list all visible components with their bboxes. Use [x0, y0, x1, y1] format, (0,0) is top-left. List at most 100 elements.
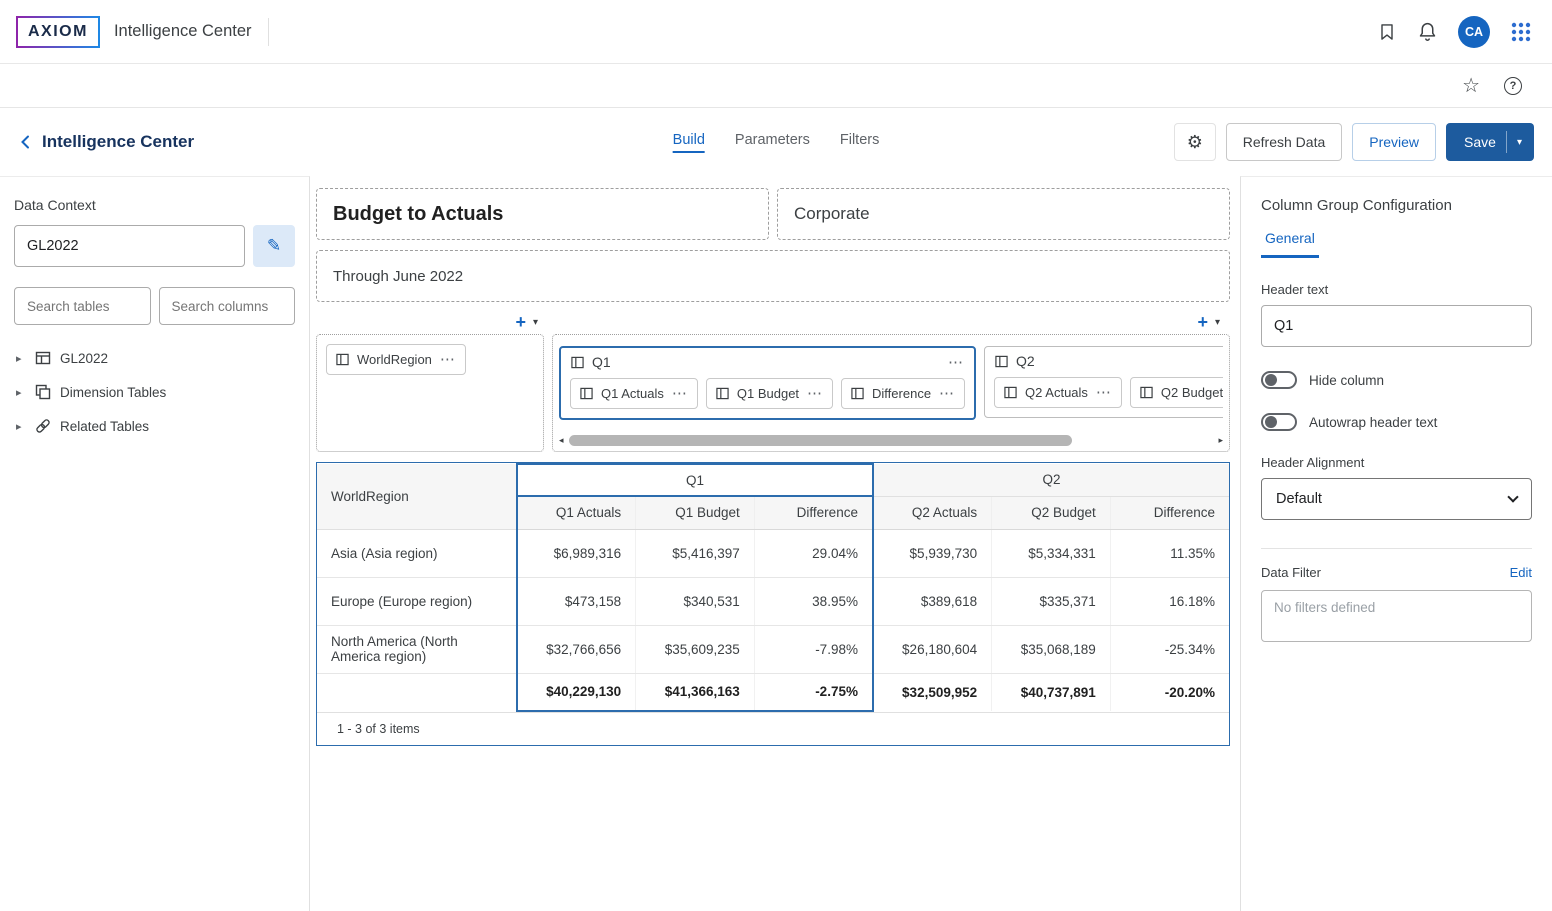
chip-more-icon[interactable]: ⋯ — [939, 386, 955, 401]
tree-item-dimension-tables[interactable]: ▸ Dimension Tables — [14, 375, 295, 409]
edit-context-pencil-icon[interactable]: ✎ — [253, 225, 295, 267]
value-cell: $32,766,656 — [517, 625, 636, 673]
refresh-data-button[interactable]: Refresh Data — [1226, 123, 1342, 161]
report-title-block[interactable]: Budget to Actuals — [316, 188, 769, 240]
row-groups-dropzone[interactable]: WorldRegion ⋯ — [316, 334, 544, 452]
column-group-q1[interactable]: Q1 ⋯ Q1 Actuals ⋯ — [559, 346, 976, 420]
column-icon — [1140, 386, 1153, 399]
hide-column-toggle-row[interactable]: Hide column — [1261, 371, 1532, 389]
table-row: Europe (Europe region) $473,158 $340,531… — [317, 577, 1229, 625]
totals-label-cell — [317, 673, 517, 711]
grid-column-header[interactable]: Q1 Budget — [636, 496, 755, 529]
tab-parameters[interactable]: Parameters — [735, 132, 810, 153]
value-cell: $35,609,235 — [636, 625, 755, 673]
bookmark-icon[interactable] — [1377, 22, 1397, 42]
help-icon[interactable]: ? — [1504, 77, 1522, 95]
preview-button[interactable]: Preview — [1352, 123, 1436, 161]
search-tables-input[interactable] — [14, 287, 151, 325]
view-tabs: Build Parameters Filters — [673, 108, 880, 176]
expand-caret-icon[interactable]: ▸ — [16, 420, 26, 433]
value-cell: $5,416,397 — [636, 529, 755, 577]
column-chip-q1-budget[interactable]: Q1 Budget ⋯ — [706, 378, 833, 409]
report-entity-block[interactable]: Corporate — [777, 188, 1230, 240]
add-column-group-caret-icon[interactable]: ▾ — [1215, 317, 1220, 328]
expand-caret-icon[interactable]: ▸ — [16, 386, 26, 399]
config-tab-general[interactable]: General — [1261, 230, 1319, 258]
app-window: AXIOM Intelligence Center CA ☆ ? — [0, 0, 1552, 911]
report-entity: Corporate — [794, 204, 870, 224]
tab-filters[interactable]: Filters — [840, 132, 879, 153]
report-subtitle-block[interactable]: Through June 2022 — [316, 250, 1230, 302]
column-group-config-panel: Column Group Configuration General Heade… — [1240, 176, 1552, 911]
topbar-divider — [268, 18, 269, 46]
scrollbar-thumb[interactable] — [569, 435, 1072, 446]
user-avatar[interactable]: CA — [1458, 16, 1490, 48]
column-group-q2[interactable]: Q2 Q2 Actuals ⋯ Q2 Budget — [984, 346, 1223, 418]
column-chip-q2-actuals[interactable]: Q2 Actuals ⋯ — [994, 377, 1122, 408]
column-chip-q1-actuals[interactable]: Q1 Actuals ⋯ — [570, 378, 698, 409]
product-title: Intelligence Center — [114, 22, 252, 41]
grid-row-header[interactable]: WorldRegion — [317, 464, 517, 529]
add-row-group-plus-icon[interactable]: + — [515, 313, 526, 331]
column-chip-q1-difference[interactable]: Difference ⋯ — [841, 378, 965, 409]
value-cell: $5,334,331 — [992, 529, 1111, 577]
header-alignment-label: Header Alignment — [1261, 455, 1532, 470]
column-groups-dropzone[interactable]: Q1 ⋯ Q1 Actuals ⋯ — [552, 334, 1230, 452]
header-alignment-select[interactable]: Default — [1261, 478, 1532, 520]
tab-build[interactable]: Build — [673, 132, 705, 153]
group-more-icon[interactable]: ⋯ — [948, 355, 964, 370]
column-icon — [1004, 386, 1017, 399]
add-row-group-caret-icon[interactable]: ▾ — [533, 317, 538, 328]
autowrap-toggle[interactable] — [1261, 413, 1297, 431]
hide-column-label: Hide column — [1309, 373, 1384, 388]
chip-more-icon[interactable]: ⋯ — [672, 386, 688, 401]
column-icon — [336, 353, 349, 366]
tree-item-gl2022[interactable]: ▸ GL2022 — [14, 341, 295, 375]
value-cell: $5,939,730 — [873, 529, 992, 577]
edit-filter-link[interactable]: Edit — [1510, 565, 1532, 580]
tree-item-related-tables[interactable]: ▸ Related Tables — [14, 409, 295, 443]
report-title: Budget to Actuals — [333, 203, 503, 226]
column-groups-scrollbar[interactable]: ◂ ▸ — [559, 434, 1223, 446]
value-cell: $340,531 — [636, 577, 755, 625]
grid-group-header-q2[interactable]: Q2 — [873, 464, 1229, 496]
table-icon — [35, 350, 51, 366]
top-bar: AXIOM Intelligence Center CA — [0, 0, 1552, 64]
column-chip-q2-budget[interactable]: Q2 Budget ⋯ — [1130, 377, 1223, 408]
grid-group-header-q1[interactable]: Q1 — [517, 464, 873, 496]
report-canvas: Budget to Actuals Corporate Through June… — [310, 176, 1240, 911]
scrollbar-track[interactable] — [569, 435, 1214, 446]
settings-gear-icon[interactable]: ⚙ — [1174, 123, 1216, 161]
search-columns-input[interactable] — [159, 287, 296, 325]
grid-column-header[interactable]: Q2 Budget — [992, 496, 1111, 529]
chip-more-icon[interactable]: ⋯ — [440, 352, 456, 367]
row-group-chip-worldregion[interactable]: WorldRegion ⋯ — [326, 344, 466, 375]
value-cell: $335,371 — [992, 577, 1111, 625]
data-context-input[interactable] — [14, 225, 245, 267]
grid-column-header[interactable]: Q2 Actuals — [873, 496, 992, 529]
back-chevron-icon — [18, 134, 34, 150]
chip-more-icon[interactable]: ⋯ — [807, 386, 823, 401]
hide-column-toggle[interactable] — [1261, 371, 1297, 389]
save-button[interactable]: Save ▾ — [1446, 123, 1534, 161]
notifications-bell-icon[interactable] — [1417, 21, 1438, 42]
grid-column-header[interactable]: Difference — [754, 496, 873, 529]
grid-column-header[interactable]: Difference — [1110, 496, 1229, 529]
value-cell: $473,158 — [517, 577, 636, 625]
favorite-star-icon[interactable]: ☆ — [1462, 76, 1480, 96]
expand-caret-icon[interactable]: ▸ — [16, 352, 26, 365]
header-text-input[interactable] — [1261, 305, 1532, 347]
save-dropdown-caret-icon[interactable]: ▾ — [1517, 137, 1522, 148]
add-column-group-plus-icon[interactable]: + — [1197, 313, 1208, 331]
data-filter-label: Data Filter — [1261, 565, 1321, 580]
config-panel-title: Column Group Configuration — [1261, 197, 1532, 214]
app-switcher-grid-icon[interactable] — [1510, 21, 1532, 43]
grid-column-header[interactable]: Q1 Actuals — [517, 496, 636, 529]
totals-row: $40,229,130 $41,366,163 -2.75% $32,509,9… — [317, 673, 1229, 711]
autowrap-toggle-row[interactable]: Autowrap header text — [1261, 413, 1532, 431]
value-cell: $26,180,604 — [873, 625, 992, 673]
back-link[interactable]: Intelligence Center — [18, 132, 194, 152]
scroll-right-icon[interactable]: ▸ — [1218, 436, 1223, 445]
chip-more-icon[interactable]: ⋯ — [1096, 385, 1112, 400]
scroll-left-icon[interactable]: ◂ — [559, 436, 564, 445]
